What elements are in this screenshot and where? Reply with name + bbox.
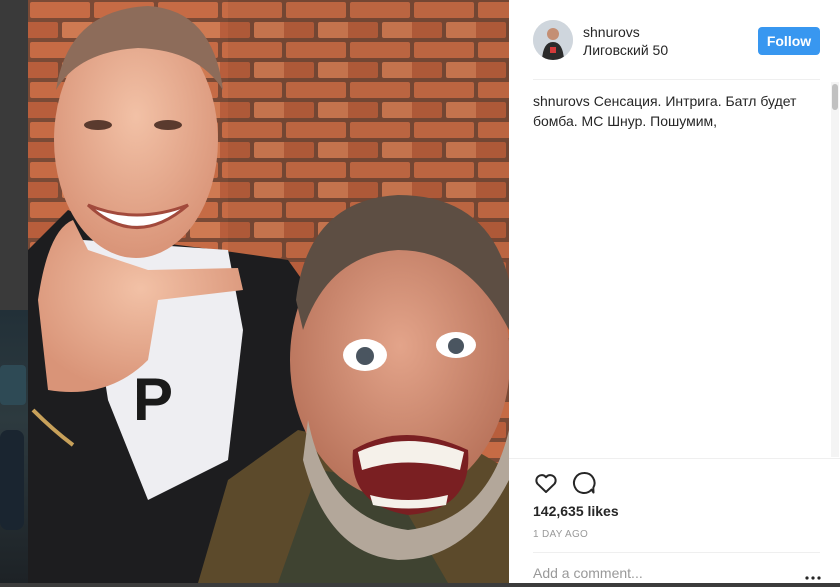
follow-button[interactable]: Follow [758,27,820,55]
post-caption: shnurovs Сенсация. Интрига. Батл будет б… [533,91,813,131]
avatar-image [533,20,573,60]
post-header: shnurovs Лиговский 50 Follow [509,0,840,80]
post-side-panel: shnurovs Лиговский 50 Follow shnurovs Се… [509,0,840,583]
divider [533,552,820,553]
heart-icon[interactable] [533,470,559,496]
backdrop-panel [0,0,28,310]
post-location[interactable]: Лиговский 50 [583,42,668,58]
divider [509,458,840,459]
likes-count[interactable]: 142,635 likes [533,503,619,519]
post-timestamp[interactable]: 1 DAY AGO [533,529,588,540]
comment-input[interactable] [533,563,793,583]
post-photo-image: P [28,0,509,583]
comment-bubble-icon[interactable] [571,470,597,496]
backdrop-shape [0,430,24,530]
divider [533,79,820,80]
avatar[interactable] [533,20,573,60]
backdrop-shape [0,365,26,405]
caption-username[interactable]: shnurovs [533,93,590,109]
page-backdrop [0,0,28,583]
post-username[interactable]: shnurovs [583,24,640,40]
svg-text:P: P [133,366,173,433]
scrollbar-thumb[interactable] [832,84,838,110]
comments-scrollbar[interactable] [831,82,839,457]
post-photo[interactable]: P [28,0,509,583]
more-options-icon[interactable] [805,568,821,582]
